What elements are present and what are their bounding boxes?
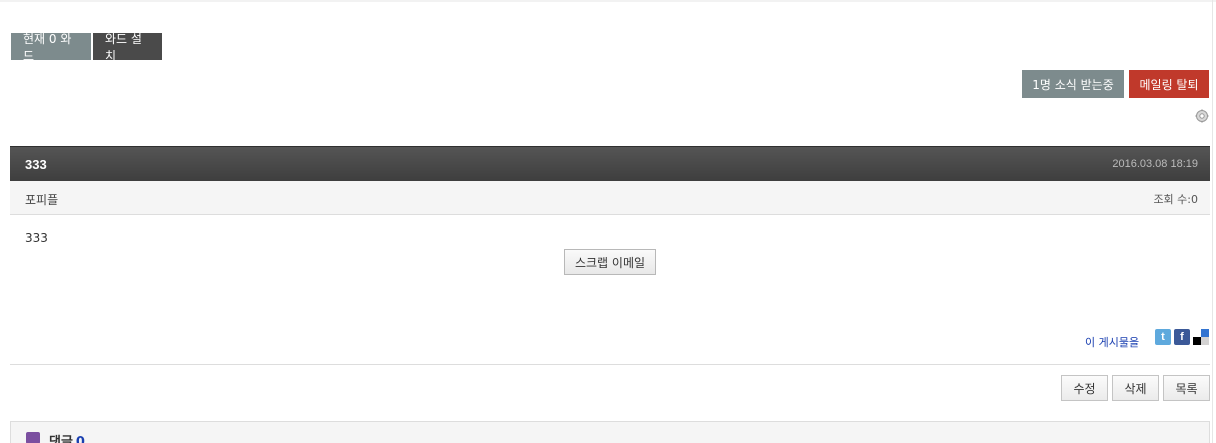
post-title: 333 <box>25 157 47 172</box>
delicious-icon[interactable] <box>1193 329 1210 345</box>
leave-mailing-button[interactable]: 메일링 탈퇴 <box>1129 70 1209 98</box>
install-word-button[interactable]: 와드 설치 <box>93 32 162 63</box>
twitter-icon[interactable]: t <box>1155 329 1171 345</box>
comment-icon <box>26 432 40 443</box>
comment-count: 0 <box>75 435 85 443</box>
comment-label: 댓글 <box>49 435 73 443</box>
facebook-icon[interactable]: f <box>1174 329 1190 345</box>
mailing-toolbar: 1명 소식 받는중 메일링 탈퇴 <box>1022 70 1209 98</box>
subscribers-button[interactable]: 1명 소식 받는중 <box>1022 70 1124 98</box>
view-count: 조회 수:0 <box>1153 193 1198 206</box>
share-label: 이 게시물을 <box>1085 336 1140 349</box>
current-word-button[interactable]: 현재 0 와드 <box>11 32 91 63</box>
post-meta: 포피플 조회 수:0 <box>10 181 1210 215</box>
post-header: 333 2016.03.08 18:19 <box>10 146 1210 181</box>
scrap-email-button[interactable]: 스크랩 이메일 <box>564 249 656 275</box>
edit-button[interactable]: 수정 <box>1061 375 1108 401</box>
post-author[interactable]: 포피플 <box>25 191 58 208</box>
post-date: 2016.03.08 18:19 <box>1112 158 1198 170</box>
comment-section: 댓글 0 <box>10 421 1210 443</box>
post-actions: 수정 삭제 목록 <box>1061 375 1210 401</box>
gear-icon[interactable] <box>1195 109 1209 123</box>
word-toolbar: 현재 0 와드 와드 설치 <box>11 32 162 63</box>
post-body: 333 <box>25 231 48 245</box>
right-scroll-edge <box>1212 0 1213 443</box>
list-button[interactable]: 목록 <box>1163 375 1210 401</box>
top-border <box>0 0 1216 2</box>
comment-header: 댓글 0 <box>49 431 85 443</box>
delete-button[interactable]: 삭제 <box>1112 375 1159 401</box>
content-divider <box>10 364 1210 365</box>
